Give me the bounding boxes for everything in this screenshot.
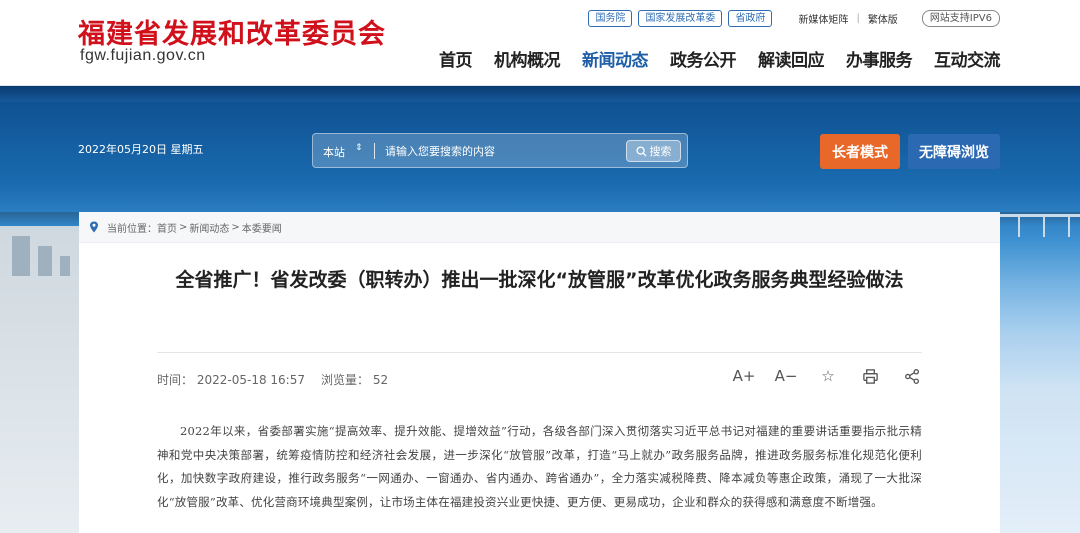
link-ndrc[interactable]: 国家发展改革委: [638, 10, 723, 27]
search-divider: [374, 143, 375, 159]
breadcrumb-separator: >: [231, 221, 240, 233]
nav-services[interactable]: 办事服务: [846, 46, 913, 71]
article-meta: 时间： 2022-05-18 16:57 浏览量： 52: [157, 371, 388, 388]
title-divider: [157, 352, 922, 353]
accessible-browse-button[interactable]: 无障碍浏览: [908, 134, 1000, 169]
nav-gov-open[interactable]: 政务公开: [670, 46, 737, 71]
elder-mode-button[interactable]: 长者模式: [820, 134, 900, 169]
banner-building: [38, 246, 52, 276]
article-title: 全省推广！省发改委（职转办）推出一批深化“放管服”改革优化政务服务典型经验做法: [175, 269, 904, 291]
search-scope-select[interactable]: 本站: [323, 144, 345, 160]
font-increase-icon[interactable]: A+: [733, 366, 756, 386]
view-count: 浏览量： 52: [321, 371, 388, 388]
breadcrumb: 当前位置： 首页 > 新闻动态 > 本委要闻: [79, 212, 1000, 243]
search-icon: [635, 145, 647, 157]
top-links: 国务院 国家发展改革委 省政府 新媒体矩阵 | 繁体版 网站支持IPV6: [588, 10, 1000, 27]
link-new-media[interactable]: 新媒体矩阵: [798, 11, 848, 26]
publish-time-label: 时间：: [157, 373, 194, 387]
star-icon[interactable]: ☆: [818, 366, 838, 386]
share-icon[interactable]: [902, 366, 922, 386]
breadcrumb-committee-news[interactable]: 本委要闻: [242, 220, 282, 235]
banner-building: [12, 236, 30, 276]
nav-home[interactable]: 首页: [439, 46, 473, 71]
article-body: 2022年以来，省委部署实施“提高效率、提升效能、提增效益”行动，各级各部门深入…: [157, 424, 922, 509]
nav-news[interactable]: 新闻动态: [582, 46, 649, 71]
search-input[interactable]: [385, 142, 625, 160]
search-button-label: 搜索: [649, 145, 672, 158]
nav-interact[interactable]: 互动交流: [934, 46, 1001, 71]
breadcrumb-prefix: 当前位置：: [107, 223, 157, 235]
nav-interpret[interactable]: 解读回应: [758, 46, 825, 71]
publish-time: 时间： 2022-05-18 16:57: [157, 371, 305, 388]
nav-about[interactable]: 机构概况: [494, 46, 561, 71]
location-pin-icon: [90, 221, 98, 233]
banner-bridge-post: [1068, 217, 1070, 237]
banner-sky: [0, 86, 1080, 102]
banner-bridge-post: [1018, 217, 1020, 237]
divider: |: [856, 13, 860, 24]
publish-time-value: 2022-05-18 16:57: [196, 373, 305, 387]
site-domain[interactable]: fgw.fujian.gov.cn: [80, 47, 206, 65]
search-bar: 本站 ⇕ 搜索: [312, 133, 688, 168]
view-count-label: 浏览量：: [320, 373, 369, 387]
chevron-updown-icon[interactable]: ⇕: [355, 143, 363, 153]
breadcrumb-separator: >: [179, 221, 188, 233]
breadcrumb-home[interactable]: 首页: [157, 220, 177, 235]
article-card: 当前位置： 首页 > 新闻动态 > 本委要闻 全省推广！省发改委（职转办）推出一…: [79, 212, 1000, 533]
main-nav: 首页 机构概况 新闻动态 政务公开 解读回应 办事服务 互动交流: [439, 46, 1001, 71]
breadcrumb-news[interactable]: 新闻动态: [189, 220, 229, 235]
article-tools: A+ A− ☆: [733, 366, 922, 386]
site-logo-title[interactable]: 福建省发展和改革委员会: [78, 12, 386, 51]
current-date: 2022年05月20日 星期五: [78, 143, 204, 156]
ipv6-badge: 网站支持IPV6: [921, 10, 1000, 27]
link-traditional[interactable]: 繁体版: [868, 11, 898, 26]
site-header: 福建省发展和改革委员会 fgw.fujian.gov.cn 国务院 国家发展改革…: [0, 0, 1080, 86]
link-state-council[interactable]: 国务院: [588, 10, 633, 27]
font-decrease-icon[interactable]: A−: [775, 366, 798, 386]
link-province-gov[interactable]: 省政府: [728, 10, 773, 27]
banner-bridge-post: [1043, 217, 1045, 237]
view-count-value: 52: [372, 373, 389, 387]
print-icon[interactable]: [860, 366, 880, 386]
banner-building: [60, 256, 70, 276]
search-button[interactable]: 搜索: [626, 140, 681, 162]
